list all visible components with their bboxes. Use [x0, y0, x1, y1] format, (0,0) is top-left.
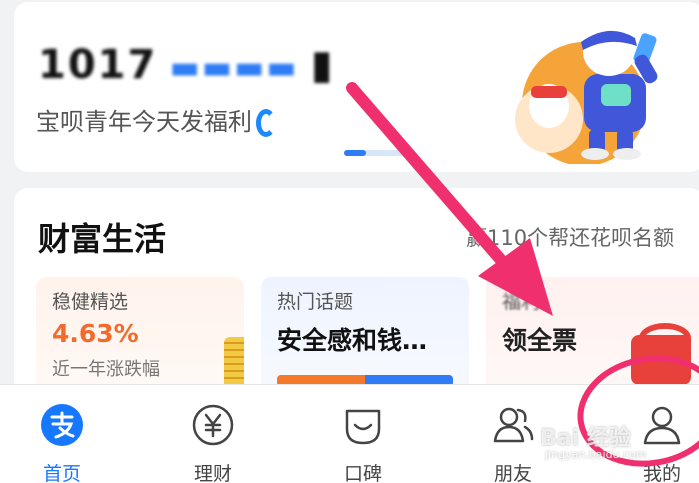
promo-banner[interactable]: 1017 ▬▬▬▬ ▮ 宝呗青年今天发福利 — [14, 2, 699, 172]
section-title: 财富生活 — [38, 220, 167, 258]
tab-home[interactable]: 首页 — [17, 403, 107, 483]
tile-topic: 领全票 — [502, 326, 578, 355]
tab-label: 朋友 — [493, 463, 532, 483]
yuan-icon — [192, 404, 234, 446]
koubei-icon — [345, 409, 381, 445]
friends-icon — [493, 407, 534, 443]
gift-icon — [631, 323, 691, 385]
tile-label: 福利 — [502, 291, 541, 313]
swirl-icon — [256, 109, 276, 137]
tab-label: 我的 — [642, 463, 681, 483]
watermark-url: jingyan.baidu.com — [545, 448, 647, 461]
promo-subtitle: 宝呗青年今天发福利 — [36, 102, 276, 137]
wealth-tile-welfare[interactable]: 福利 领全票 — [486, 277, 699, 397]
promo-title: 1017 ▬▬▬▬ ▮ — [38, 42, 335, 88]
profile-icon — [643, 406, 681, 445]
tab-label: 首页 — [42, 463, 81, 483]
tile-rate: 4.63% — [52, 319, 139, 348]
tile-label: 热门话题 — [277, 291, 354, 313]
mascot-illustration — [515, 28, 658, 164]
tab-label: 理财 — [193, 463, 232, 483]
section-promo-link[interactable]: 赢110个帮还花呗名额 — [466, 222, 674, 252]
wealth-tile-hot-topic[interactable]: 热门话题 安全感和钱… — [261, 277, 469, 397]
tab-wealth[interactable]: 理财 — [168, 403, 258, 483]
alipay-icon — [41, 404, 83, 446]
banner-pagination — [344, 150, 414, 156]
tile-description: 近一年涨跌幅 — [52, 359, 160, 380]
tile-topic: 安全感和钱… — [277, 326, 428, 355]
tab-label: 口碑 — [343, 463, 382, 483]
tile-label: 稳健精选 — [52, 291, 129, 313]
tab-koubei[interactable]: 口碑 — [318, 403, 408, 483]
wealth-tile-steady[interactable]: 稳健精选 4.63% 近一年涨跌幅 — [36, 277, 244, 397]
